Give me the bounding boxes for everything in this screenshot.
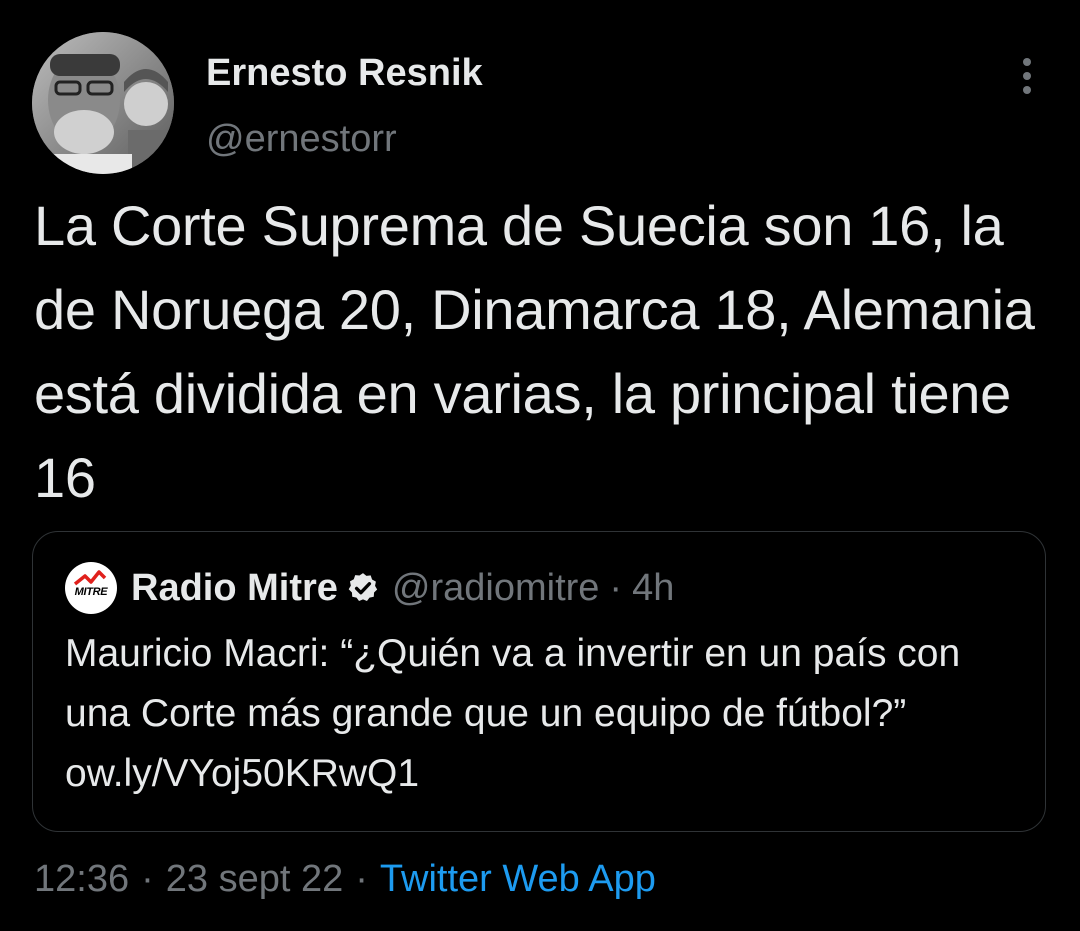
quoted-separator: · [609, 566, 623, 609]
tweet-time[interactable]: 12:36 [34, 858, 129, 900]
quoted-timestamp: 4h [632, 566, 675, 609]
tweet-text: La Corte Suprema de Suecia son 16, la de… [34, 194, 1035, 509]
meta-separator: · [355, 858, 368, 900]
tweet-metadata: 12:36 · 23 sept 22 · Twitter Web App [34, 856, 656, 902]
quoted-tweet-card[interactable]: MITRE Radio Mitre @radiomitre · 4h Mauri… [32, 531, 1046, 832]
author-avatar[interactable] [32, 32, 174, 174]
quoted-author-avatar[interactable]: MITRE [65, 562, 117, 614]
quoted-author-name: Radio Mitre [131, 566, 338, 609]
verified-badge-icon [348, 573, 378, 602]
quoted-avatar-logo-text: MITRE [74, 586, 108, 598]
quoted-tweet-text: Mauricio Macri: “¿Quién va a invertir en… [65, 632, 961, 795]
tweet-source-link[interactable]: Twitter Web App [380, 858, 656, 900]
more-vertical-icon-dot [1023, 86, 1031, 94]
meta-separator: · [141, 858, 154, 900]
author-name[interactable]: Ernesto Resnik [206, 50, 483, 96]
avatar-photo [32, 32, 174, 174]
tweet-date[interactable]: 23 sept 22 [166, 858, 343, 900]
more-options-button[interactable] [1010, 56, 1044, 96]
quoted-tweet-header: MITRE Radio Mitre @radiomitre · 4h [65, 562, 674, 614]
author-handle[interactable]: @ernestorr [206, 116, 397, 162]
quoted-author-handle: @radiomitre [391, 566, 600, 609]
more-vertical-icon [1023, 58, 1031, 66]
more-vertical-icon-dot [1023, 72, 1031, 80]
